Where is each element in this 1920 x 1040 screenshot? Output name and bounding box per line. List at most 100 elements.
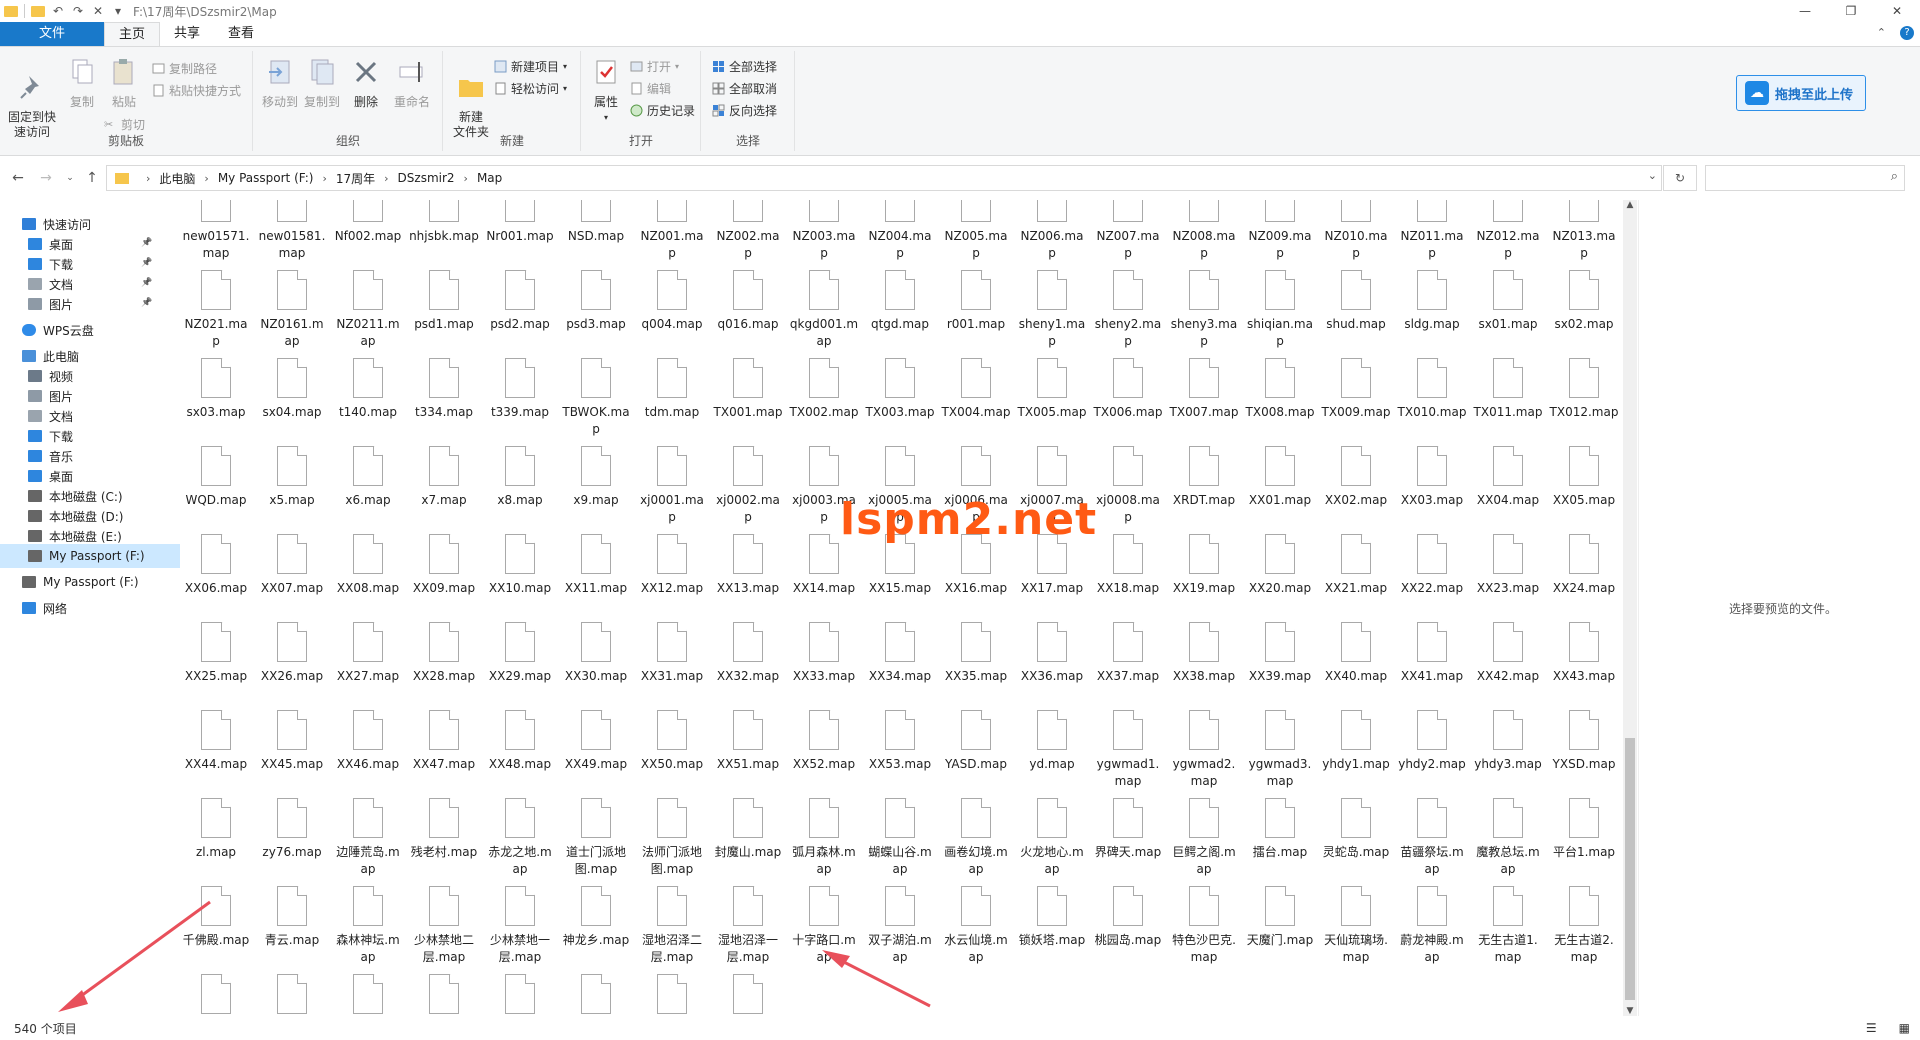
- minimize-button[interactable]: —: [1782, 0, 1828, 22]
- copy-button[interactable]: 复制: [62, 57, 102, 110]
- file-item[interactable]: NSD.map: [558, 200, 634, 266]
- file-item[interactable]: 苗疆祭坛.map: [1394, 794, 1470, 882]
- file-item[interactable]: XX02.map: [1318, 442, 1394, 530]
- file-item[interactable]: 特色沙巴克.map: [1166, 882, 1242, 970]
- file-item[interactable]: 灵蛇岛.map: [1318, 794, 1394, 882]
- file-item[interactable]: TX002.map: [786, 354, 862, 442]
- file-item[interactable]: 蝴蝶山谷.map: [862, 794, 938, 882]
- file-item[interactable]: 残老村.map: [406, 794, 482, 882]
- file-item[interactable]: x5.map: [254, 442, 330, 530]
- file-item[interactable]: psd3.map: [558, 266, 634, 354]
- file-item[interactable]: 十字路口.map: [786, 882, 862, 970]
- tab-home[interactable]: 主页: [104, 22, 161, 46]
- file-item[interactable]: 弧月森林.map: [786, 794, 862, 882]
- file-item[interactable]: XX33.map: [786, 618, 862, 706]
- file-item[interactable]: TBWOK.map: [558, 354, 634, 442]
- file-item[interactable]: 火龙地心.map: [1014, 794, 1090, 882]
- file-item[interactable]: XX48.map: [482, 706, 558, 794]
- collapse-ribbon-icon[interactable]: ⌃: [1877, 26, 1886, 40]
- move-to-button[interactable]: 移动到: [260, 57, 300, 110]
- file-item[interactable]: TX009.map: [1318, 354, 1394, 442]
- file-item[interactable]: XX10.map: [482, 530, 558, 618]
- file-item[interactable]: XX34.map: [862, 618, 938, 706]
- file-item[interactable]: XX46.map: [330, 706, 406, 794]
- vertical-scrollbar[interactable]: ▲ ▼: [1623, 200, 1637, 1016]
- file-item[interactable]: sheny1.map: [1014, 266, 1090, 354]
- breadcrumb-map[interactable]: Map: [477, 171, 502, 185]
- file-item[interactable]: sheny2.map: [1090, 266, 1166, 354]
- file-item[interactable]: 画卷幻境.map: [938, 794, 1014, 882]
- open-button[interactable]: 打开 ▾: [630, 57, 679, 75]
- breadcrumb-dszsmir2[interactable]: DSzsmir2: [398, 171, 455, 185]
- file-item[interactable]: sx02.map: [1546, 266, 1620, 354]
- address-bar[interactable]: › 此电脑 › My Passport (F:) › 17周年 › DSzsmi…: [106, 165, 1662, 191]
- close-button[interactable]: ✕: [1874, 0, 1920, 22]
- file-item[interactable]: 平台1.map: [1546, 794, 1620, 882]
- file-item[interactable]: XX29.map: [482, 618, 558, 706]
- file-item[interactable]: XX51.map: [710, 706, 786, 794]
- file-item[interactable]: XX42.map: [1470, 618, 1546, 706]
- file-item[interactable]: NZ0161.map: [254, 266, 330, 354]
- file-item[interactable]: TX005.map: [1014, 354, 1090, 442]
- file-item[interactable]: new01571.map: [178, 200, 254, 266]
- file-item[interactable]: XX50.map: [634, 706, 710, 794]
- file-item[interactable]: shiqian.map: [1242, 266, 1318, 354]
- file-item[interactable]: 法师门派地图.map: [634, 794, 710, 882]
- file-item[interactable]: yhdy2.map: [1394, 706, 1470, 794]
- file-item[interactable]: TX011.map: [1470, 354, 1546, 442]
- recent-locations-chevron-icon[interactable]: ⌄: [58, 173, 82, 183]
- file-item[interactable]: NZ003.map: [786, 200, 862, 266]
- breadcrumb-17th-anniversary[interactable]: 17周年: [336, 170, 375, 187]
- file-item[interactable]: XX25.map: [178, 618, 254, 706]
- file-item[interactable]: x8.map: [482, 442, 558, 530]
- file-item[interactable]: TX008.map: [1242, 354, 1318, 442]
- history-button[interactable]: 历史记录: [630, 101, 695, 119]
- file-item[interactable]: XX41.map: [1394, 618, 1470, 706]
- file-item[interactable]: 无生古道1.map: [1470, 882, 1546, 970]
- file-item[interactable]: XX30.map: [558, 618, 634, 706]
- file-item[interactable]: XX52.map: [786, 706, 862, 794]
- tab-share[interactable]: 共享: [160, 22, 214, 46]
- file-item[interactable]: x9.map: [558, 442, 634, 530]
- redo-icon[interactable]: ↷: [71, 4, 85, 18]
- file-item[interactable]: XX11.map: [558, 530, 634, 618]
- refresh-button[interactable]: ↻: [1663, 165, 1697, 191]
- file-item[interactable]: 双子湖泊.map: [862, 882, 938, 970]
- nav-item[interactable]: My Passport (F:): [0, 570, 139, 594]
- file-item[interactable]: 隐秘之地.map: [406, 970, 482, 1016]
- file-item[interactable]: 道士门派地图.map: [558, 794, 634, 882]
- file-item[interactable]: XX32.map: [710, 618, 786, 706]
- file-item[interactable]: XX31.map: [634, 618, 710, 706]
- file-item[interactable]: q004.map: [634, 266, 710, 354]
- nav-item[interactable]: WPS云盘: [0, 318, 94, 342]
- file-item[interactable]: XX37.map: [1090, 618, 1166, 706]
- file-item[interactable]: 月神.map: [482, 970, 558, 1016]
- file-item[interactable]: XX22.map: [1394, 530, 1470, 618]
- file-item[interactable]: new01581.map: [254, 200, 330, 266]
- copy-to-button[interactable]: 复制到: [302, 57, 342, 110]
- delete-button[interactable]: 删除: [346, 57, 386, 110]
- undo-icon[interactable]: ↶: [51, 4, 65, 18]
- nav-item[interactable]: My Passport (F:): [0, 544, 180, 568]
- scrollbar-thumb[interactable]: [1625, 738, 1635, 1000]
- file-item[interactable]: XX45.map: [254, 706, 330, 794]
- file-item[interactable]: t339.map: [482, 354, 558, 442]
- file-item[interactable]: XX39.map: [1242, 618, 1318, 706]
- file-item[interactable]: 神龙乡.map: [558, 882, 634, 970]
- file-item[interactable]: XX28.map: [406, 618, 482, 706]
- copy-path-button[interactable]: 复制路径: [152, 59, 217, 77]
- file-item[interactable]: XRDT.map: [1166, 442, 1242, 530]
- file-item[interactable]: Nr001.map: [482, 200, 558, 266]
- select-all-button[interactable]: 全部选择: [712, 57, 777, 75]
- file-item[interactable]: 蔚龙神殿.map: [1394, 882, 1470, 970]
- file-item[interactable]: 湿地沼泽一层.map: [710, 882, 786, 970]
- file-item[interactable]: NZ001.map: [634, 200, 710, 266]
- file-item[interactable]: 擂台.map: [1242, 794, 1318, 882]
- file-item[interactable]: TX012.map: [1546, 354, 1620, 442]
- file-item[interactable]: XX04.map: [1470, 442, 1546, 530]
- file-item[interactable]: XX24.map: [1546, 530, 1620, 618]
- file-item[interactable]: YASD.map: [938, 706, 1014, 794]
- file-item[interactable]: t140.map: [330, 354, 406, 442]
- tab-view[interactable]: 查看: [214, 22, 268, 46]
- file-item[interactable]: XX13.map: [710, 530, 786, 618]
